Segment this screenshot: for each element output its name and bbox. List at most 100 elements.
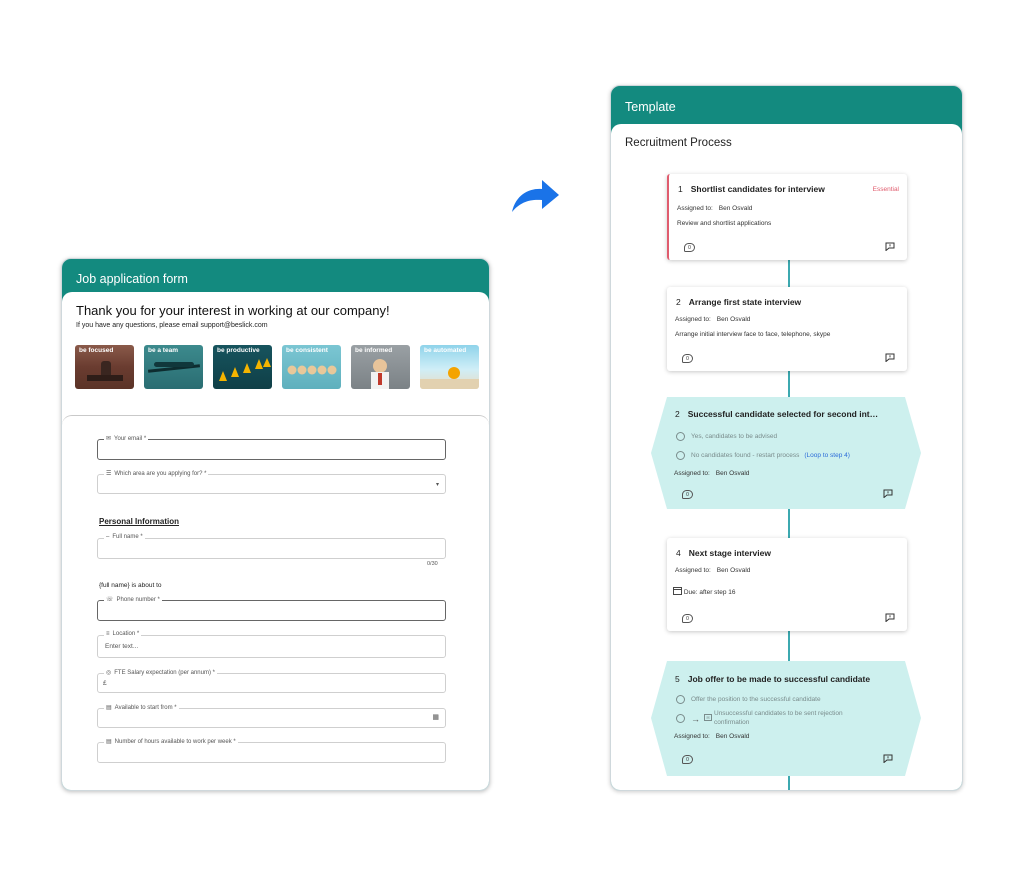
calendar-icon[interactable]: ▦ <box>432 713 439 721</box>
message-bubble-icon[interactable]: 0 <box>684 243 695 252</box>
email-field[interactable]: ✉ Your email * <box>97 435 446 460</box>
assignee-name: Ben Osvald <box>716 316 751 323</box>
step-title-text: Next stage interview <box>688 548 771 558</box>
full-name-about-text: {full name} is about to <box>99 582 162 589</box>
tile-be-informed: be informed <box>351 345 410 389</box>
start-label: ▤ Available to start from * <box>104 704 179 711</box>
step-number: 2 <box>675 409 680 419</box>
assignee-name: Ben Osvald <box>715 733 750 740</box>
form-fields-panel: ✉ Your email * ☰ Which area are you applyi… <box>62 415 489 790</box>
decision-option: Unsuccessful candidates to be sent rejec… <box>714 710 843 726</box>
step-description: Review and shortlist applications <box>677 220 772 227</box>
step-card-4[interactable]: 4 Next stage interview Assigned to: Ben Os… <box>667 538 907 631</box>
step-card-1[interactable]: 1 Shortlist candidates for interview Esse… <box>667 174 907 260</box>
step-title: 1 Shortlist candidates for interview <box>678 184 825 194</box>
step-number: 2 <box>676 297 681 307</box>
assigned-label: Assigned to: <box>674 733 710 740</box>
tile-label: be productive <box>217 347 260 354</box>
comment-icon[interactable] <box>883 489 893 498</box>
option-radio[interactable] <box>676 714 685 723</box>
assignee-name: Ben Osvald <box>716 567 751 574</box>
start-date-field[interactable]: ▤ Available to start from * ▦ <box>97 704 446 728</box>
hours-field[interactable]: ▤ Number of hours available to work per w… <box>97 738 446 763</box>
template-body: Recruitment Process 1 Shortlist candidate… <box>611 124 962 790</box>
area-select[interactable]: ☰ Which area are you applying for? * ▾ <box>97 470 446 494</box>
tile-be-productive: be productive <box>213 345 272 389</box>
location-field[interactable]: ≡ Location * Enter text... <box>97 631 446 658</box>
chevron-down-icon[interactable]: ▾ <box>436 481 439 488</box>
assignee-name: Ben Osvald <box>715 470 750 477</box>
full-name-counter: 0/30 <box>427 561 438 567</box>
comment-icon[interactable] <box>883 754 893 763</box>
calendar-icon <box>673 587 682 595</box>
message-bubble-icon[interactable]: 0 <box>682 490 693 499</box>
step-assignee: Assigned to: Ben Osvald <box>675 316 750 323</box>
location-icon: ≡ <box>106 631 110 637</box>
message-bubble-icon[interactable]: 0 <box>682 755 693 764</box>
assigned-label: Assigned to: <box>674 470 710 477</box>
message-bubble-icon[interactable]: 0 <box>682 354 693 363</box>
assignee-name: Ben Osvald <box>718 205 753 212</box>
salary-field[interactable]: ◎ FTE Salary expectation (per annum) * £ <box>97 669 446 693</box>
value-image-strip: be focused be a team be productive be co… <box>75 345 479 390</box>
area-label-text: Which area are you applying for? * <box>114 471 207 477</box>
phone-label: ☏ Phone number * <box>104 596 162 603</box>
tile-label: be automated <box>424 347 467 354</box>
full-name-label-text: Full name * <box>112 534 143 540</box>
message-bubble-icon[interactable]: 0 <box>682 614 693 623</box>
option-radio[interactable] <box>676 695 685 704</box>
decision-step-card-2[interactable]: 5 Job offer to be made to successful cand… <box>651 661 921 776</box>
mail-icon: ✉ <box>106 436 112 442</box>
list-icon: ☰ <box>106 471 112 477</box>
location-label-text: Location * <box>112 631 140 637</box>
full-name-field[interactable]: – Full name * <box>97 534 446 559</box>
tile-label: be focused <box>79 347 114 354</box>
step-card-2[interactable]: 2 Arrange first state interview Assigned … <box>667 287 907 371</box>
step-number: 4 <box>676 548 681 558</box>
tile-be-focused: be focused <box>75 345 134 389</box>
personal-information-heading: Personal Information <box>99 517 180 526</box>
decision-step-card-1[interactable]: 2 Successful candidate selected for secon… <box>651 397 921 509</box>
email-template-icon: ✉ <box>704 714 712 721</box>
option-radio[interactable] <box>676 432 685 441</box>
area-label: ☰ Which area are you applying for? * <box>104 470 209 477</box>
step-assignee: Assigned to: Ben Osvald <box>674 733 749 740</box>
form-body: Thank you for your interest in working a… <box>62 292 489 790</box>
template-header: Template <box>625 100 676 114</box>
form-thanks-heading: Thank you for your interest in working a… <box>76 303 390 318</box>
assigned-label: Assigned to: <box>677 205 713 212</box>
loop-link[interactable]: (Loop to step 4) <box>804 452 850 459</box>
step-number: 5 <box>675 674 680 684</box>
start-label-text: Available to start from * <box>114 705 177 711</box>
step-number: 1 <box>678 184 683 194</box>
step-description: Arrange initial interview face to face, … <box>675 331 831 338</box>
comment-icon[interactable] <box>885 242 895 251</box>
template-title: Recruitment Process <box>625 137 732 149</box>
decision-option: Offer the position to the successful can… <box>691 696 821 703</box>
tile-be-consistent: be consistent <box>282 345 341 389</box>
tile-label: be consistent <box>286 347 328 354</box>
hours-label: ▤ Number of hours available to work per w… <box>104 738 238 745</box>
step-title-text: Shortlist candidates for interview <box>690 184 825 194</box>
forward-arrow-icon: → <box>691 714 700 724</box>
forward-arrow-icon <box>512 180 559 212</box>
tile-be-a-team: be a team <box>144 345 203 389</box>
comment-icon[interactable] <box>885 613 895 622</box>
phone-icon: ☏ <box>106 597 114 603</box>
step-title-text: Arrange first state interview <box>688 297 802 307</box>
phone-label-text: Phone number * <box>116 597 160 603</box>
hours-label-text: Number of hours available to work per we… <box>114 739 236 745</box>
due-text: Due: after step 16 <box>683 589 736 596</box>
step-title: 4 Next stage interview <box>676 548 771 558</box>
email-label-text: Your email * <box>114 436 147 442</box>
hours-icon: ▤ <box>106 739 112 745</box>
option-radio[interactable] <box>676 451 685 460</box>
salary-label: ◎ FTE Salary expectation (per annum) * <box>104 669 217 676</box>
essential-badge: Essential <box>872 186 899 193</box>
email-label: ✉ Your email * <box>104 435 149 442</box>
template-card: Template Recruitment Process 1 Shortlist … <box>610 85 963 791</box>
comment-icon[interactable] <box>885 353 895 362</box>
tile-label: be informed <box>355 347 393 354</box>
phone-field[interactable]: ☏ Phone number * <box>97 596 446 621</box>
location-label: ≡ Location * <box>104 631 142 637</box>
